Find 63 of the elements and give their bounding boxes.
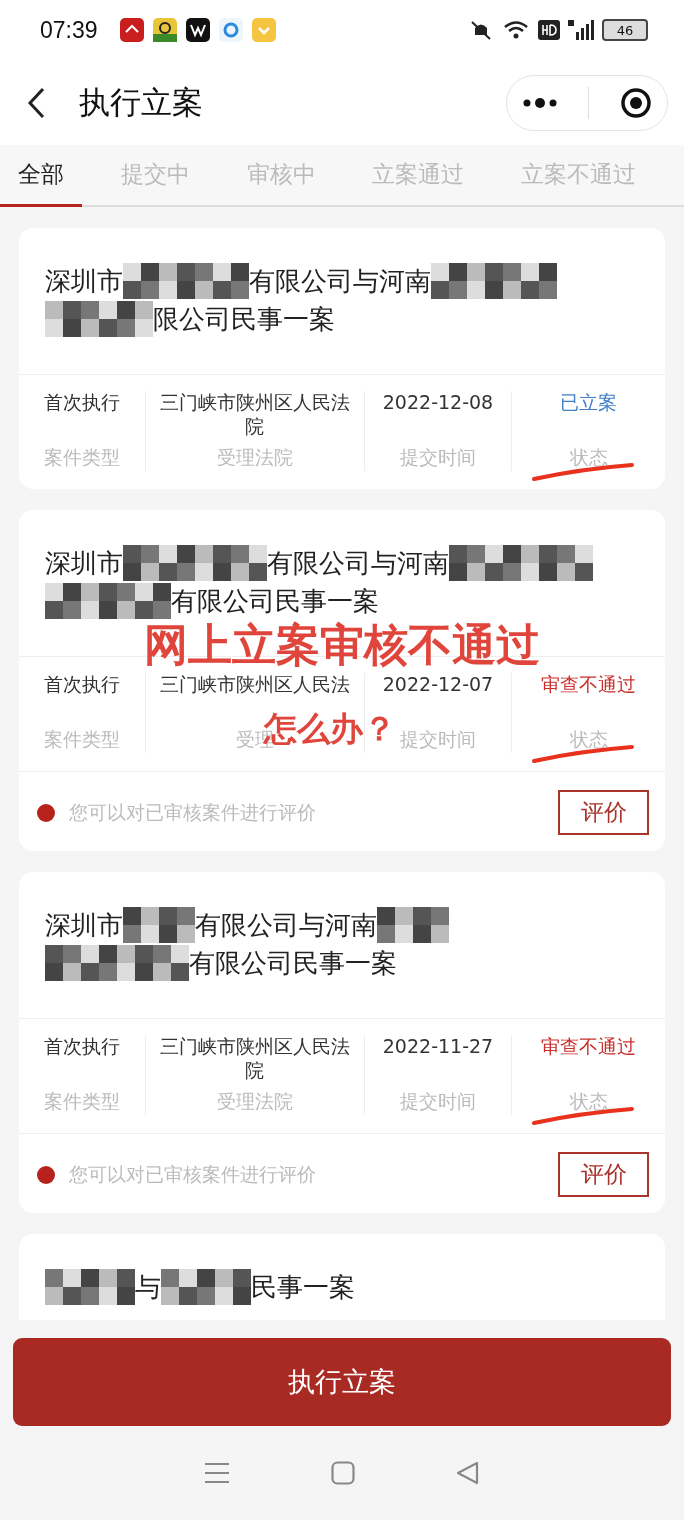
field-label: 提交时间 (400, 1089, 476, 1114)
case-card[interactable]: 与 民事一案 (19, 1234, 665, 1320)
field-value: 首次执行 (44, 673, 120, 697)
case-title: 限公司民事一案 (153, 302, 335, 336)
field-value: 三门峡市陕州区人民法院 (159, 1035, 351, 1083)
case-title: 有限公司民事一案 (189, 946, 397, 980)
page-title: 执行立案 (79, 82, 203, 122)
back-nav-icon[interactable] (456, 1461, 481, 1485)
app-icon (185, 18, 210, 42)
redaction-mosaic (377, 907, 449, 943)
field-value: 2022-11-27 (382, 1035, 494, 1059)
field-value: 三门峡市陕州区人民法 (159, 673, 351, 697)
case-title: 深圳市 (45, 264, 123, 298)
field-label: 案件类型 (44, 1089, 120, 1114)
case-title: 有限公司与河南 (249, 264, 431, 298)
field-label: 提交时间 (400, 445, 476, 470)
case-title: 深圳市 (45, 546, 123, 580)
signal-icon (566, 18, 596, 42)
field-label: 受理法院 (217, 1089, 293, 1114)
field-value: 三门峡市陕州区人民法院 (159, 391, 351, 439)
battery-level: 46 (616, 22, 634, 38)
hd-icon (538, 20, 560, 40)
rating-hint: 您可以对已审核案件进行评价 (69, 1161, 316, 1187)
status-text: 审查不通过 (541, 1035, 636, 1059)
app-icon (152, 18, 177, 42)
case-title: 深圳市 (45, 908, 123, 942)
redaction-mosaic (123, 907, 195, 943)
menu-icon[interactable] (203, 1461, 230, 1485)
case-title: 有限公司民事一案 (171, 584, 379, 618)
field-value: 首次执行 (44, 391, 120, 415)
rate-button[interactable]: 评价 (558, 1152, 649, 1197)
field-value: 2022-12-08 (382, 391, 494, 415)
field-label: 提交时间 (400, 727, 476, 752)
field-value: 首次执行 (44, 1035, 120, 1059)
more-icon[interactable] (522, 96, 559, 109)
home-icon[interactable] (331, 1461, 355, 1485)
status-dot (37, 1165, 55, 1184)
status-time: 07:39 (40, 16, 98, 44)
file-case-button[interactable]: 执行立案 (13, 1338, 671, 1426)
field-label: 案件类型 (44, 445, 120, 470)
back-icon[interactable] (27, 85, 47, 120)
field-label: 案件类型 (44, 727, 120, 752)
rate-button[interactable]: 评价 (558, 790, 649, 835)
field-value: 2022-12-07 (382, 673, 494, 697)
status-text: 已立案 (560, 391, 617, 415)
status-text: 审查不通过 (541, 673, 636, 697)
field-label: 状态 (569, 445, 608, 470)
rating-hint: 您可以对已审核案件进行评价 (69, 799, 316, 825)
case-card[interactable]: 深圳市 有限公司与河南 有限公司民事一案 首次执行 案件类型 三门峡市陕州区人民法院 受理法院 2022-11-27 提交时间 审查不通过 状态 您可以对已审核案件进行评价 评价 (19, 872, 665, 1213)
case-card[interactable]: 深圳市 有限公司与河南 限公司民事一案 首次执行 案件类型 三门峡市陕州区人民法院 受理法院 2022-12-08 提交时间 已立案 状态 (19, 228, 665, 489)
case-title: 与 (135, 1270, 161, 1304)
case-title: 有限公司与河南 (195, 908, 377, 942)
case-title: 民事一案 (251, 1270, 355, 1304)
app-icon (218, 18, 243, 42)
field-label: 受理法院 (217, 445, 293, 470)
app-icon (251, 18, 276, 42)
case-title: 有限公司与河南 (267, 546, 449, 580)
app-icon (119, 18, 144, 42)
field-label: 状态 (569, 1089, 608, 1114)
filter-tab[interactable]: 全部 (0, 145, 82, 207)
annotation-text: 网上立案审核不通过 (144, 622, 540, 669)
field-label: 状态 (569, 727, 608, 752)
status-dot (37, 803, 55, 822)
